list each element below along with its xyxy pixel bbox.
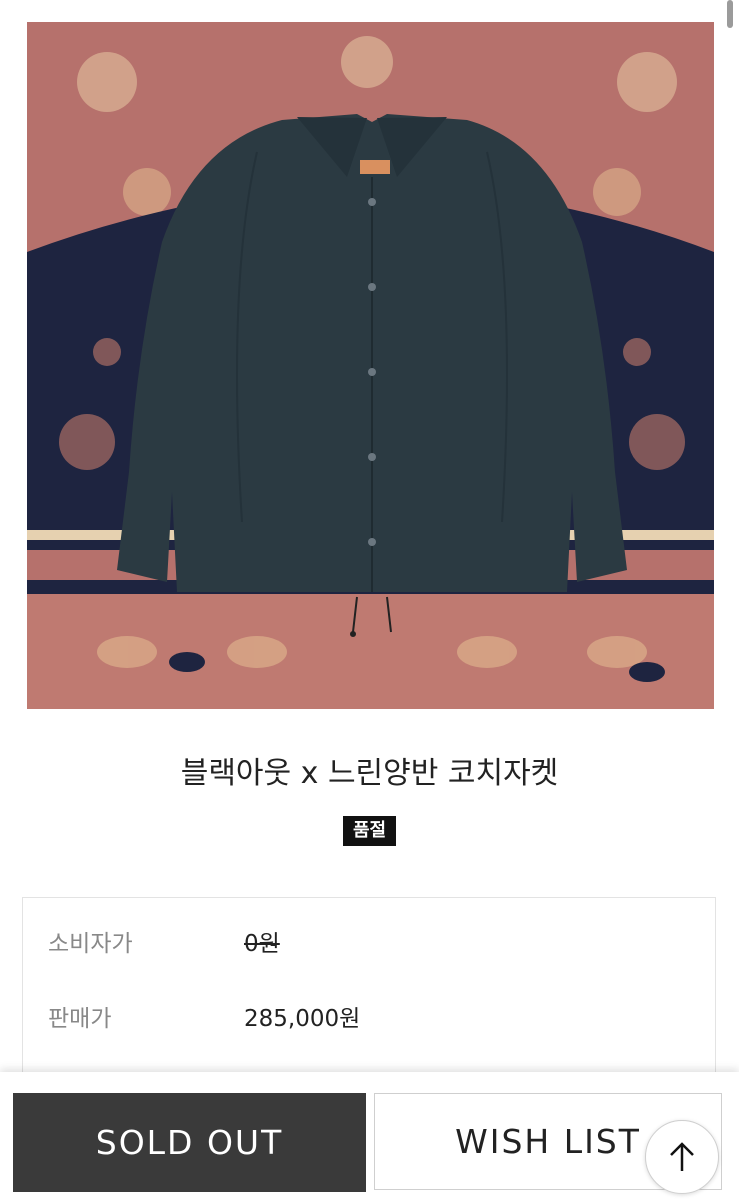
- sale-price-value: 285,000원: [244, 1006, 361, 1032]
- arrow-up-icon: [670, 1142, 694, 1171]
- sold-out-button[interactable]: SOLD OUT: [13, 1093, 366, 1192]
- consumer-price-value: 0원: [244, 931, 280, 957]
- consumer-price-label: 소비자가: [48, 931, 133, 957]
- badge-container: 품절: [0, 816, 739, 846]
- price-table: 소비자가 0원 판매가 285,000원: [22, 897, 716, 1098]
- scroll-to-top-button[interactable]: [645, 1120, 719, 1194]
- sale-price-label: 판매가: [48, 1006, 112, 1032]
- sold-out-badge: 품절: [342, 816, 397, 846]
- jacket-photo: [27, 22, 714, 709]
- product-title: 블랙아웃 x 느린양반 코치자켓: [180, 756, 559, 791]
- bottom-action-bar: SOLD OUT WISH LIST: [0, 1072, 739, 1200]
- product-image: [27, 22, 714, 709]
- scrollbar[interactable]: [727, 0, 733, 28]
